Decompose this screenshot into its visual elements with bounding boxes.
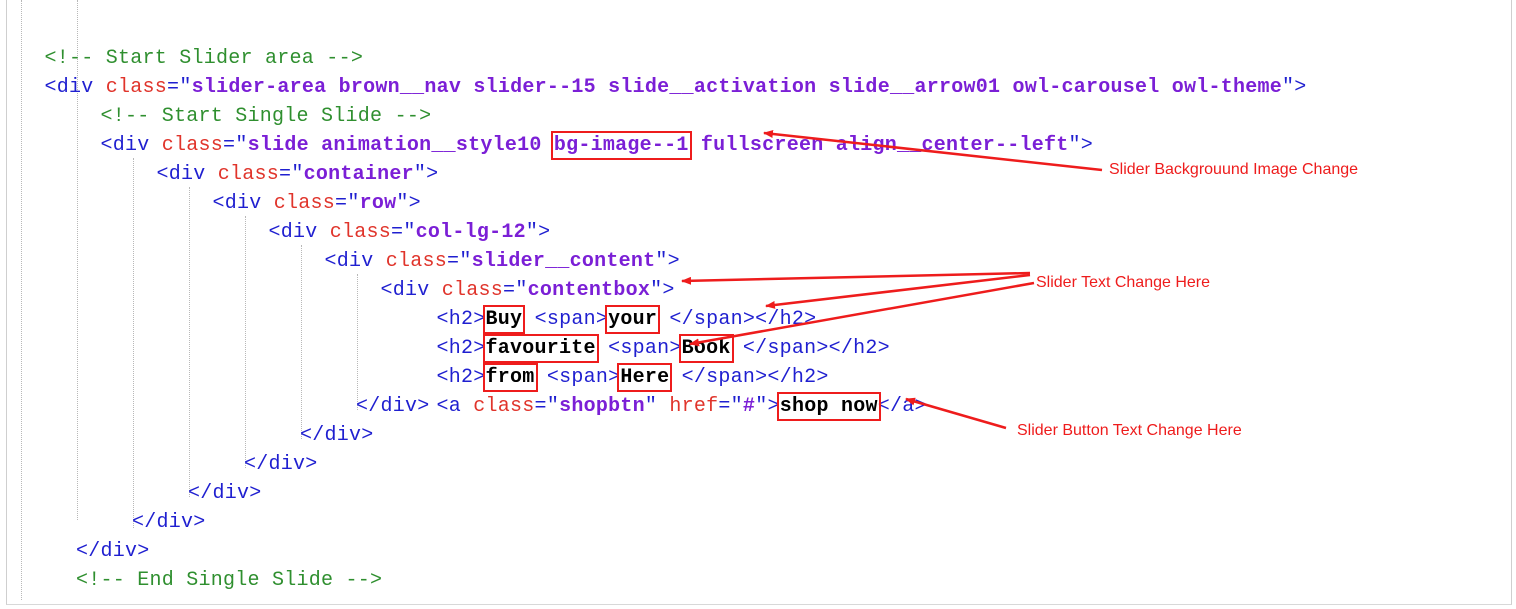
annotation-arrows — [681, 130, 1103, 430]
arrow-text-your — [681, 271, 1031, 285]
arrow-bg-image — [763, 130, 1103, 172]
annotation-text: Slider Text Change Here — [1036, 274, 1211, 291]
arrow-text-here — [689, 281, 1035, 347]
arrow-button-text — [905, 397, 1007, 430]
annotation-bg-image: Slider Backgrouund Image Change — [1109, 161, 1359, 178]
annotation-button: Slider Button Text Change Here — [1017, 422, 1242, 439]
